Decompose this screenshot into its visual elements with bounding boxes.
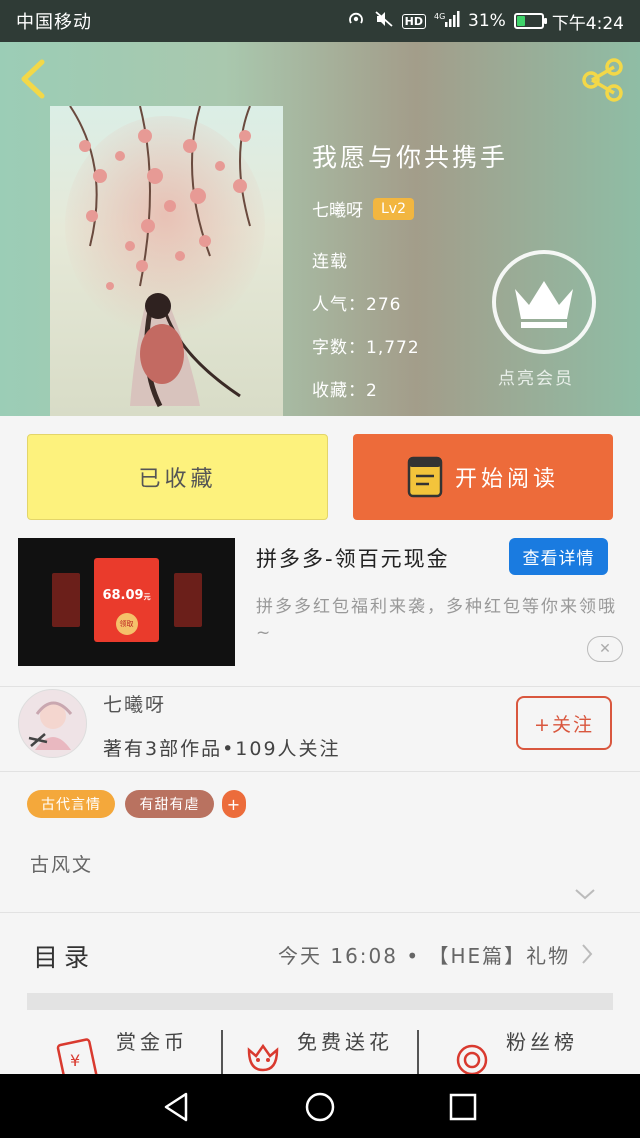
follow-button[interactable]: +关注 [516,696,612,750]
ad-amount: 68.09元 [102,588,151,603]
divider [417,1030,419,1074]
bottom-actions: ¥ 赏金币 免费送花 粉丝榜 [0,1026,640,1074]
divider [0,912,640,913]
section-spacer [27,993,613,1010]
cover-illustration [65,106,265,408]
status-bar: 中国移动 HD 4G 31% 下午4:24 [0,0,640,42]
send-flowers-label: 免费送花 [297,1030,393,1054]
tag-ancient-romance[interactable]: 古代言情 [27,790,115,818]
author-name[interactable]: 七曦呀 [103,690,166,717]
toc-open-button[interactable] [580,942,594,966]
close-icon: ✕ [599,641,611,657]
add-tag-button[interactable]: + [222,790,246,818]
share-button[interactable] [578,56,628,104]
tag-sweet-and-sad[interactable]: 有甜有虐 [125,790,214,818]
status-icons: HD 4G 31% 下午4:24 [346,9,624,34]
author-avatar[interactable] [18,689,87,758]
chevron-right-icon [582,944,593,964]
battery-icon [513,13,547,29]
book-title: 我愿与你共携手 [312,143,509,172]
system-nav-bar [0,1074,640,1138]
book-description: 古风文 [30,854,94,876]
reward-coins-button[interactable]: ¥ 赏金币 [56,1026,188,1074]
expand-description-button[interactable] [573,886,597,902]
ad-description: 拼多多红包福利来袭，多种红包等你来领哦~ [256,597,617,643]
book-cover[interactable] [50,106,283,416]
ad-red-packet: 68.09元 领取 [94,558,159,642]
divider [0,771,640,772]
start-reading-button[interactable]: 开始阅读 [353,434,613,520]
medal-icon [456,1044,488,1074]
crown-icon [515,281,573,328]
clock: 下午4:24 [551,13,624,34]
book-icon [407,456,443,498]
toc-label[interactable]: 目录 [33,938,95,974]
divider [0,686,640,687]
nav-back-button[interactable] [160,1090,194,1124]
level-badge: Lv2 [373,197,414,220]
book-author[interactable]: 七曦呀 [312,196,363,221]
triangle-back-icon [164,1092,188,1122]
collected-button[interactable]: 已收藏 [27,434,328,520]
book-info: 我愿与你共携手 七曦呀 Lv2 连载 人气：276 字数：1,772 收藏：2 [312,138,508,416]
signal-icon: 4G [434,10,460,33]
hotspot-icon [346,10,366,33]
fan-ranking-button[interactable]: 粉丝榜 [452,1026,578,1074]
send-flowers-button[interactable]: 免费送花 [243,1026,393,1074]
reward-coins-label: 赏金币 [116,1030,188,1054]
nav-home-button[interactable] [303,1090,337,1124]
back-arrow-icon [21,59,45,99]
start-reading-label: 开始阅读 [454,467,559,492]
book-author-row: 七曦呀 Lv2 [312,196,508,221]
word-count: 字数：1,772 [312,338,420,358]
vip-label: 点亮会员 [498,369,574,389]
ad-image[interactable]: 68.09元 领取 [18,538,235,666]
back-button[interactable] [14,56,54,102]
ad-title[interactable]: 拼多多-领百元现金 [256,543,450,573]
vip-button[interactable] [492,250,596,354]
svg-text:4G: 4G [434,12,445,21]
serial-status: 连载 [312,252,348,272]
author-stats: 著有3部作品•109人关注 [103,738,341,760]
book-header: 我愿与你共携手 七曦呀 Lv2 连载 人气：276 字数：1,772 收藏：2 … [0,42,640,416]
fan-ranking-label: 粉丝榜 [506,1030,578,1054]
mute-icon [374,10,394,33]
square-recents-icon [449,1093,477,1121]
flower-icon [247,1043,279,1072]
favorites-count: 收藏：2 [312,381,378,401]
avatar-illustration [28,701,73,750]
toc-latest-chapter[interactable]: 今天 16:08 • 【HE篇】礼物 [278,940,570,969]
nav-recents-button[interactable] [446,1090,480,1124]
red-envelope-icon: ¥ [56,1038,98,1074]
collected-label: 已收藏 [138,467,217,492]
circle-home-icon [305,1092,335,1122]
ad-side-card-right [174,573,202,627]
svg-text:¥: ¥ [70,1051,84,1070]
divider [221,1030,223,1074]
popularity: 人气：276 [312,295,402,315]
battery-percent: 31% [468,11,506,31]
ad-claim-badge: 领取 [115,613,138,635]
ad-side-card-left [52,573,80,627]
ad-detail-button[interactable]: 查看详情 [509,538,608,575]
battery-fill [516,16,525,26]
ad-close-button[interactable]: ✕ [587,636,623,662]
carrier-name: 中国移动 [16,12,92,33]
share-icon [582,58,623,102]
chevron-down-icon [575,889,595,900]
hd-badge: HD [401,13,427,29]
